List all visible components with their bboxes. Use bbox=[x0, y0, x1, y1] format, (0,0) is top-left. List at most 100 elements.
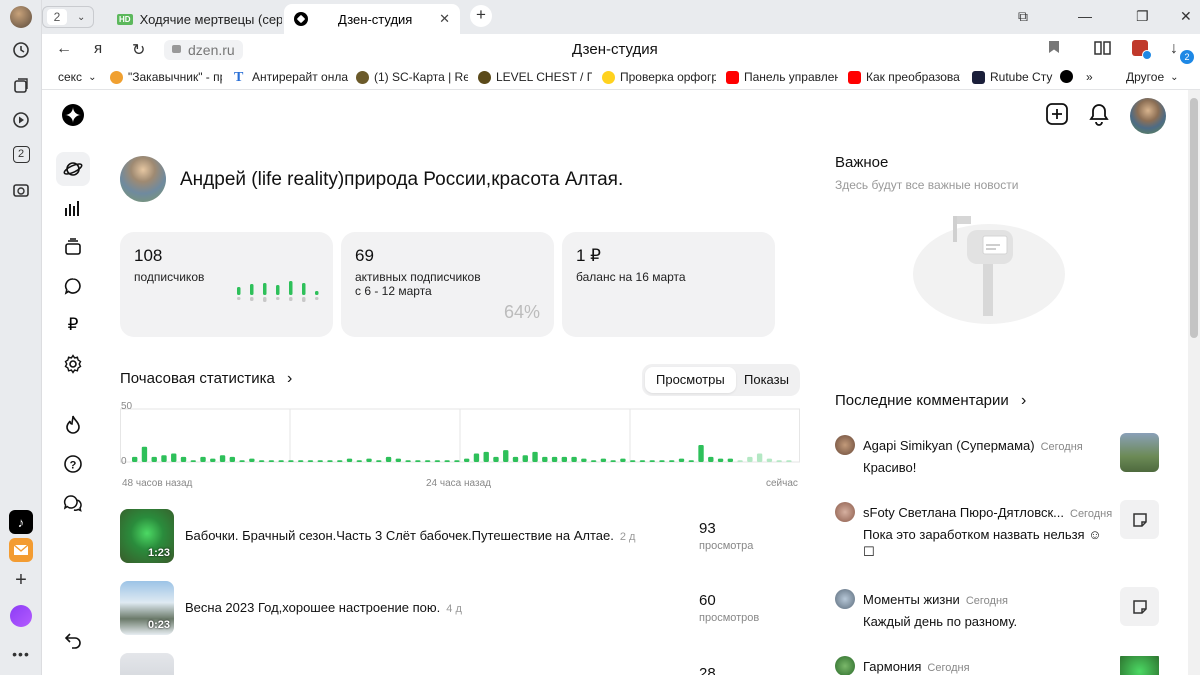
create-button[interactable] bbox=[1045, 102, 1069, 131]
downloads-icon[interactable]: ↓ 2 bbox=[1170, 40, 1194, 64]
back-icon[interactable]: ← bbox=[56, 40, 72, 58]
page-scrollbar[interactable] bbox=[1188, 90, 1200, 675]
scrollbar-thumb[interactable] bbox=[1190, 98, 1198, 338]
chart-bar bbox=[385, 456, 392, 462]
bookmark-icon[interactable] bbox=[1048, 40, 1060, 57]
comment-author: Моменты жизни Сегодня bbox=[863, 592, 1008, 607]
channel-avatar[interactable] bbox=[120, 156, 166, 202]
comment-item[interactable]: Гармония Сегодня bbox=[835, 656, 1160, 675]
dzen-logo-icon[interactable] bbox=[56, 98, 90, 132]
new-tab-button[interactable]: + bbox=[470, 5, 492, 27]
add-panel-icon[interactable]: + bbox=[9, 568, 33, 592]
tab-count: 2 bbox=[47, 9, 67, 25]
tiktok-icon[interactable]: ♪ bbox=[9, 510, 33, 534]
nav-fire-icon[interactable] bbox=[56, 408, 90, 442]
bookmark-item[interactable]: "Закавычник" - пр bbox=[110, 70, 222, 84]
nav-comments-icon[interactable] bbox=[56, 269, 90, 303]
chart-bar bbox=[317, 460, 323, 462]
publication-title-text: Весна 2023 Год,хорошее настроение пою. bbox=[185, 600, 441, 615]
url-text: dzen.ru bbox=[188, 42, 235, 58]
bookmark-item[interactable]: секс ⌄ bbox=[58, 70, 100, 84]
play-icon[interactable] bbox=[9, 108, 33, 132]
bookmarks-other-folder[interactable]: Другое ⌄ bbox=[1126, 70, 1179, 84]
toggle-shows[interactable]: Показы bbox=[733, 367, 800, 393]
bookmark-item[interactable]: (1) SC-Карта | Re bbox=[356, 70, 468, 84]
collections-icon[interactable] bbox=[9, 74, 33, 98]
avatar bbox=[835, 656, 855, 675]
yandex-logo-icon[interactable]: я bbox=[94, 40, 102, 57]
active-subscribers-card[interactable]: 69 активных подписчиков с 6 - 12 марта 64… bbox=[341, 232, 554, 337]
bookmark-item[interactable]: Rutube Сту bbox=[972, 70, 1054, 84]
chart-bar bbox=[551, 456, 558, 462]
duration-badge: 1:23 bbox=[147, 547, 170, 559]
reader-icon[interactable] bbox=[1094, 40, 1112, 61]
tab-group-switcher[interactable]: 2 ⌄ bbox=[42, 6, 94, 28]
sparkline-shadow-bar bbox=[289, 297, 293, 301]
nav-chat-icon[interactable] bbox=[56, 486, 90, 520]
views-label: просмотра bbox=[699, 540, 754, 552]
mail-icon[interactable] bbox=[9, 538, 33, 562]
bell-icon[interactable] bbox=[1088, 102, 1110, 131]
reload-icon[interactable]: ↻ bbox=[132, 40, 145, 60]
nav-channel-icon[interactable] bbox=[56, 152, 90, 186]
chart-bar bbox=[639, 460, 646, 462]
comment-item[interactable]: Моменты жизни Сегодня Каждый день по разн… bbox=[835, 587, 1160, 649]
comment-text: Пока это заработком назвать нельзя ☺ ☐ bbox=[863, 526, 1101, 560]
screenshot-icon[interactable] bbox=[9, 178, 33, 202]
publication-row[interactable]: 28 bbox=[120, 653, 800, 675]
nav-help-icon[interactable]: ? bbox=[56, 447, 90, 481]
browser-side-rail: 2 ♪ + ••• bbox=[0, 0, 42, 675]
svg-text:?: ? bbox=[70, 460, 77, 472]
mailbox-illustration bbox=[913, 216, 1065, 324]
history-icon[interactable] bbox=[9, 38, 33, 62]
bookmark-item[interactable]: LEVEL CHEST / Пс bbox=[478, 70, 592, 84]
bookmark-item[interactable] bbox=[1060, 70, 1078, 83]
active-count: 69 bbox=[355, 246, 374, 265]
active-percent: 64% bbox=[503, 302, 540, 322]
bookmark-label: Как преобразоват bbox=[866, 70, 960, 84]
tab-walking-dead[interactable]: HD Ходячие мертвецы (сериа bbox=[107, 4, 282, 34]
bookmark-item[interactable]: Проверка орфогр bbox=[602, 70, 716, 84]
user-avatar[interactable] bbox=[1130, 98, 1166, 134]
restore-icon[interactable]: ❐ bbox=[1136, 8, 1149, 25]
hourly-stats-link[interactable]: Почасовая статистика › bbox=[120, 370, 292, 388]
rail-badge: 2 bbox=[12, 145, 30, 163]
chart-bar bbox=[581, 458, 587, 462]
comment-item[interactable]: sFoty Светлана Пюро-Дятловск... Сегодня П… bbox=[835, 500, 1160, 562]
comments-title: Последние комментарии bbox=[835, 392, 1009, 409]
nav-back-icon[interactable] bbox=[56, 623, 90, 657]
publication-row[interactable]: 1:23 Бабочки. Брачный сезон.Часть 3 Слёт… bbox=[120, 509, 800, 565]
bookmark-item[interactable]: T Антирерайт онла bbox=[234, 70, 352, 84]
nav-publications-icon[interactable] bbox=[56, 230, 90, 264]
toggle-views[interactable]: Просмотры bbox=[645, 367, 736, 393]
tabs-count-icon[interactable]: 2 bbox=[9, 142, 33, 166]
extension-icon[interactable] bbox=[1132, 40, 1152, 60]
nav-stats-icon[interactable] bbox=[56, 191, 90, 225]
window-close-icon[interactable]: ✕ bbox=[1180, 8, 1192, 25]
tab-manager-icon[interactable]: ⧉ bbox=[1018, 8, 1028, 25]
hourly-chart-svg bbox=[120, 408, 800, 463]
bookmark-item[interactable]: Панель управлен bbox=[726, 70, 838, 84]
subscribers-card[interactable]: 108 подписчиков bbox=[120, 232, 333, 337]
alice-icon[interactable] bbox=[9, 604, 33, 628]
comments-link[interactable]: Последние комментарии › bbox=[835, 392, 1026, 410]
tab-dzen-studio[interactable]: Дзен-студия ✕ bbox=[284, 4, 460, 34]
minimize-icon[interactable]: — bbox=[1078, 8, 1092, 24]
page-title: Дзен-студия bbox=[572, 41, 658, 58]
bookmark-item[interactable]: Как преобразоват bbox=[848, 70, 960, 84]
nav-money-icon[interactable]: ₽ bbox=[56, 308, 90, 342]
url-field[interactable]: dzen.ru bbox=[164, 40, 243, 60]
balance-card[interactable]: 1 ₽ баланс на 16 марта bbox=[562, 232, 775, 337]
comment-item[interactable]: Agapi Simikyan (Супермама) Сегодня Красив… bbox=[835, 433, 1160, 495]
post-placeholder-icon bbox=[1120, 500, 1159, 539]
nav-settings-icon[interactable] bbox=[56, 347, 90, 381]
chart-bar bbox=[219, 455, 226, 462]
chart-bar bbox=[151, 456, 157, 462]
bookmarks-more-button[interactable]: » bbox=[1086, 70, 1093, 84]
publication-row[interactable]: 0:23 Весна 2023 Год,хорошее настроение п… bbox=[120, 581, 800, 637]
more-icon[interactable]: ••• bbox=[9, 642, 33, 666]
profile-avatar-icon[interactable] bbox=[10, 6, 32, 28]
chart-bar bbox=[737, 460, 743, 462]
close-icon[interactable]: ✕ bbox=[439, 11, 450, 27]
chart-bar bbox=[600, 458, 607, 462]
